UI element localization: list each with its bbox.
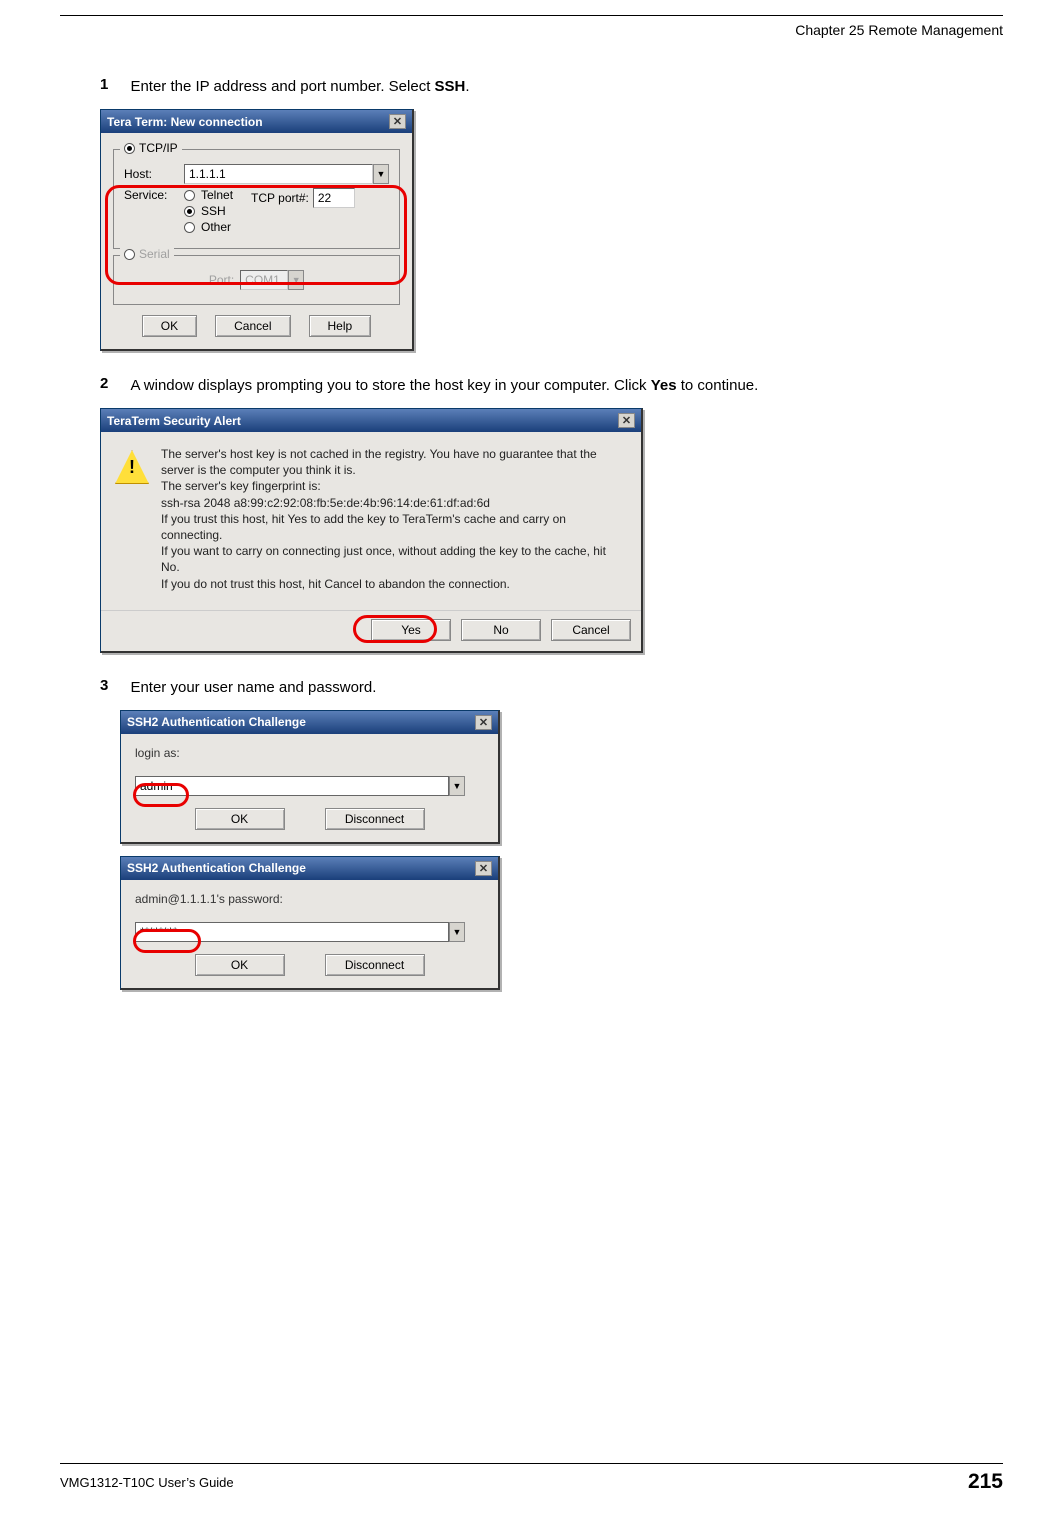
- ssh-auth-login-dialog: SSH2 Authentication Challenge ✕ login as…: [120, 710, 500, 844]
- footer-page-number: 215: [968, 1470, 1003, 1494]
- host-input[interactable]: [184, 164, 373, 184]
- step-1-prefix: Enter the IP address and port number. Se…: [130, 78, 434, 95]
- ok-button[interactable]: OK: [142, 315, 197, 337]
- telnet-label: Telnet: [201, 188, 233, 202]
- service-label: Service:: [124, 188, 178, 202]
- serial-radio[interactable]: [124, 249, 135, 260]
- alert-line: If you do not trust this host, hit Cance…: [161, 576, 627, 592]
- cancel-button[interactable]: Cancel: [551, 619, 631, 641]
- step-2-prefix: A window displays prompting you to store…: [130, 377, 650, 394]
- tcpip-group: TCP/IP Host: ▼ Service: Telnet SSH: [113, 149, 400, 249]
- password-input[interactable]: [135, 922, 449, 942]
- ssh-label: SSH: [201, 204, 226, 218]
- step-3: 3 Enter your user name and password.: [100, 677, 1003, 698]
- serial-label: Serial: [139, 247, 170, 261]
- no-button[interactable]: No: [461, 619, 541, 641]
- step-1: 1 Enter the IP address and port number. …: [100, 76, 1003, 97]
- alert-line: The server's host key is not cached in t…: [161, 446, 627, 478]
- warning-icon: [115, 450, 149, 484]
- chevron-down-icon[interactable]: ▼: [449, 922, 465, 942]
- dialog-title: Tera Term: New connection: [107, 115, 263, 129]
- chevron-down-icon: ▼: [288, 270, 304, 290]
- step-number: 1: [100, 76, 126, 93]
- chapter-header: Chapter 25 Remote Management: [60, 22, 1003, 38]
- disconnect-button[interactable]: Disconnect: [325, 808, 425, 830]
- login-as-label: login as:: [135, 746, 484, 760]
- teraterm-new-connection-dialog: Tera Term: New connection ✕ TCP/IP Host:…: [100, 109, 414, 351]
- ok-button[interactable]: OK: [195, 808, 285, 830]
- alert-text: The server's host key is not cached in t…: [161, 446, 627, 592]
- chevron-down-icon[interactable]: ▼: [449, 776, 465, 796]
- disconnect-button[interactable]: Disconnect: [325, 954, 425, 976]
- tcpport-input[interactable]: [313, 188, 355, 208]
- tcpport-label: TCP port#:: [251, 191, 309, 205]
- ssh-auth-password-dialog: SSH2 Authentication Challenge ✕ admin@1.…: [120, 856, 500, 990]
- step-number: 3: [100, 677, 126, 694]
- step-2: 2 A window displays prompting you to sto…: [100, 375, 1003, 396]
- chevron-down-icon[interactable]: ▼: [373, 164, 389, 184]
- other-label: Other: [201, 220, 231, 234]
- serial-port-input: [240, 270, 288, 290]
- dialog-titlebar: TeraTerm Security Alert ✕: [101, 409, 641, 432]
- dialog-title: SSH2 Authentication Challenge: [127, 715, 306, 729]
- step-2-text: A window displays prompting you to store…: [130, 377, 758, 394]
- step-1-suffix: .: [465, 78, 469, 95]
- dialog-title: TeraTerm Security Alert: [107, 414, 241, 428]
- cancel-button[interactable]: Cancel: [215, 315, 290, 337]
- step-2-bold: Yes: [651, 377, 677, 394]
- close-icon[interactable]: ✕: [475, 861, 492, 876]
- telnet-radio[interactable]: [184, 190, 195, 201]
- footer-guide-name: VMG1312-T10C User’s Guide: [60, 1475, 234, 1490]
- dialog-titlebar: SSH2 Authentication Challenge ✕: [121, 711, 498, 734]
- step-2-suffix: to continue.: [677, 377, 759, 394]
- step-1-bold: SSH: [435, 78, 466, 95]
- teraterm-security-alert-dialog: TeraTerm Security Alert ✕ The server's h…: [100, 408, 643, 653]
- step-1-text: Enter the IP address and port number. Se…: [130, 78, 469, 95]
- ok-button[interactable]: OK: [195, 954, 285, 976]
- dialog-titlebar: Tera Term: New connection ✕: [101, 110, 412, 133]
- other-radio[interactable]: [184, 222, 195, 233]
- serial-group: Serial Port: ▼: [113, 255, 400, 305]
- close-icon[interactable]: ✕: [475, 715, 492, 730]
- host-label: Host:: [124, 167, 178, 181]
- alert-line: If you trust this host, hit Yes to add t…: [161, 511, 627, 543]
- login-input[interactable]: [135, 776, 449, 796]
- help-button[interactable]: Help: [309, 315, 372, 337]
- dialog-title: SSH2 Authentication Challenge: [127, 861, 306, 875]
- yes-button[interactable]: Yes: [371, 619, 451, 641]
- port-label: Port:: [209, 273, 234, 287]
- ssh-radio[interactable]: [184, 206, 195, 217]
- close-icon[interactable]: ✕: [389, 114, 406, 129]
- alert-line: If you want to carry on connecting just …: [161, 543, 627, 575]
- password-label: admin@1.1.1.1's password:: [135, 892, 484, 906]
- tcpip-radio[interactable]: [124, 143, 135, 154]
- step-number: 2: [100, 375, 126, 392]
- alert-line: The server's key fingerprint is:: [161, 478, 627, 494]
- dialog-titlebar: SSH2 Authentication Challenge ✕: [121, 857, 498, 880]
- alert-line: ssh-rsa 2048 a8:99:c2:92:08:fb:5e:de:4b:…: [161, 495, 627, 511]
- step-3-text: Enter your user name and password.: [130, 679, 376, 696]
- close-icon[interactable]: ✕: [618, 413, 635, 428]
- tcpip-label: TCP/IP: [139, 141, 178, 155]
